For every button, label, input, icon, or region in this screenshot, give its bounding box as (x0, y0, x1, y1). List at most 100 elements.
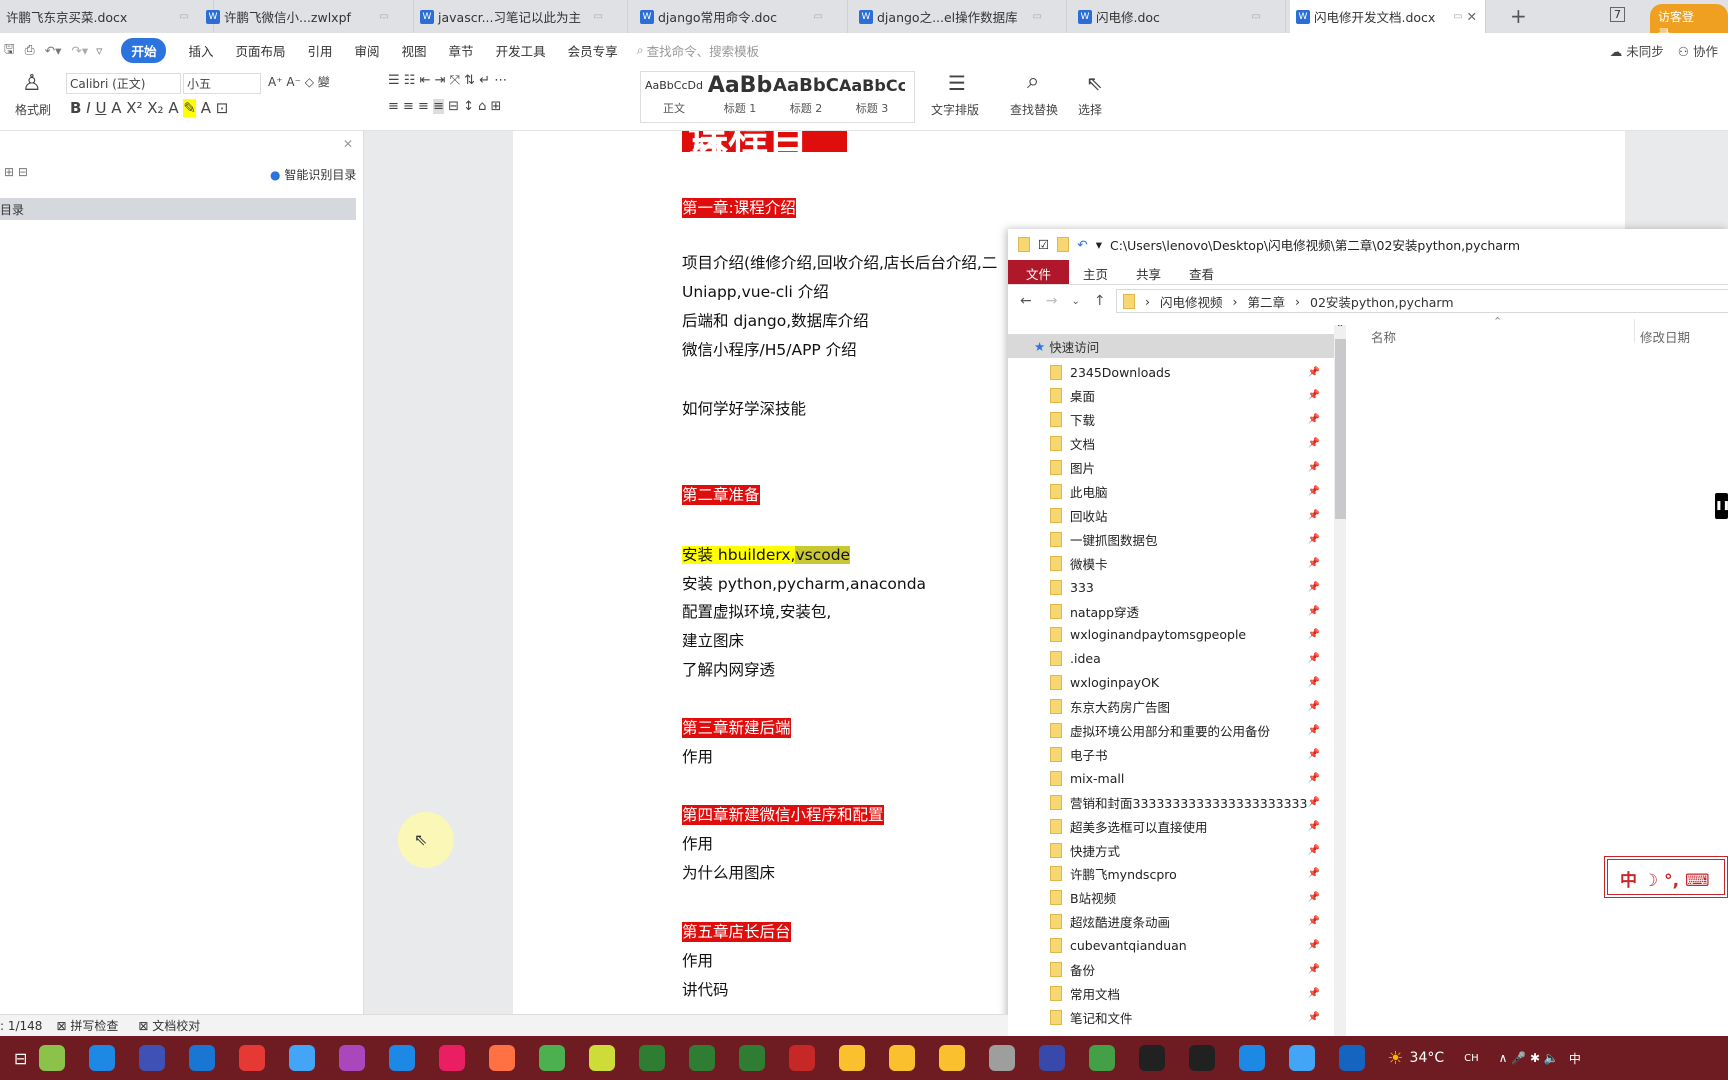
quick-access-item[interactable]: 许鹏飞myndscpro 📌 (1040, 863, 1330, 885)
font-size-select[interactable]: 小五 (183, 73, 261, 94)
pin-icon[interactable]: 📌 (1308, 486, 1320, 497)
breadcrumb-item[interactable]: 闪电修视频 (1160, 292, 1223, 311)
spell-check-button[interactable]: ⊠ 拼写检查 (56, 1017, 118, 1034)
expand-collapse-icons[interactable]: ⊞ ⊟ (4, 165, 28, 179)
new-folder-icon[interactable] (1057, 237, 1070, 252)
style-heading-1[interactable]: AaBb 标题 1 (707, 72, 773, 122)
taskbar-app-icon[interactable] (89, 1045, 116, 1071)
pin-icon[interactable]: 📌 (1308, 821, 1320, 832)
quick-access-item[interactable]: wxloginpayOK 📌 (1040, 672, 1330, 694)
format-icons[interactable]: B I U A X² X₂ A ✎ A ⊡ (70, 99, 228, 117)
align-icons[interactable]: ≡ ≡ ≡ ≡ ⊟ ↕ ⌂ ⊞ (388, 99, 501, 114)
quick-access-item[interactable]: 电子书 📌 (1040, 743, 1330, 765)
ribbon-tab-view[interactable]: 查看 (1175, 260, 1228, 284)
taskbar-app-icon[interactable] (1039, 1045, 1066, 1071)
pin-icon[interactable]: 📌 (1308, 725, 1320, 736)
taskbar-app-icon[interactable] (989, 1045, 1016, 1071)
pin-icon[interactable]: 📌 (1308, 390, 1320, 401)
menu-references[interactable]: 引用 (308, 41, 333, 60)
forward-button[interactable]: → (1046, 293, 1058, 309)
pin-icon[interactable]: ▭ (180, 11, 189, 22)
tab-doc-3[interactable]: Wjavascr...习笔记以此为主 ▭ (414, 0, 628, 33)
menu-home[interactable]: 开始 (121, 37, 167, 63)
font-grow-icons[interactable]: A⁺ A⁻ ◇ 變 (268, 73, 330, 90)
close-tab-icon[interactable]: ✕ (1467, 9, 1477, 24)
font-select[interactable]: Calibri (正文) (66, 73, 181, 94)
ime-indicator[interactable]: 中 (1569, 1050, 1581, 1067)
pin-icon[interactable]: 📌 (1308, 797, 1320, 808)
pin-icon[interactable]: 📌 (1308, 892, 1320, 903)
taskbar-app-icon[interactable] (139, 1045, 166, 1071)
sync-status[interactable]: ☁ 未同步 (1610, 41, 1664, 60)
ribbon-tab-home[interactable]: 主页 (1069, 260, 1122, 284)
menu-insert[interactable]: 插入 (188, 41, 213, 60)
pin-icon[interactable]: ▭ (1252, 11, 1261, 22)
back-button[interactable]: ← (1020, 293, 1032, 309)
taskbar-app-icon[interactable] (1189, 1045, 1216, 1071)
properties-icon[interactable]: ☑ (1038, 237, 1049, 252)
quick-access-item[interactable]: 一键抓图数据包 📌 (1040, 528, 1330, 550)
redo-icon[interactable]: ↷▾ (71, 43, 88, 58)
pin-icon[interactable]: 📌 (1308, 629, 1320, 640)
tab-doc-1[interactable]: 许鹏飞东京买菜.docx ▭ (0, 0, 214, 33)
quick-access-item[interactable]: 超炫酷进度条动画 📌 (1040, 911, 1330, 933)
quick-access-item[interactable]: wxloginandpaytomsgpeople 📌 (1040, 624, 1330, 646)
smart-toc-button[interactable]: ● 智能识别目录 (270, 166, 356, 183)
quick-access-item[interactable]: B站视频 📌 (1040, 887, 1330, 909)
tab-doc-6[interactable]: W 闪电修.doc ▭ (1072, 0, 1286, 33)
collab-button[interactable]: ⚇ 协作 (1678, 41, 1718, 60)
quick-access-item[interactable]: 回收站 📌 (1040, 504, 1330, 526)
quick-access-item[interactable]: cubevantqianduan 📌 (1040, 935, 1330, 957)
pin-icon[interactable]: ▭ (1453, 11, 1462, 22)
tab-doc-2[interactable]: W 许鹏飞微信小...zwlxpf ▭ (200, 0, 414, 33)
quick-access[interactable]: ★ 快速访问 (1008, 334, 1334, 358)
pin-icon[interactable]: 📌 (1308, 606, 1320, 617)
save-icon[interactable]: 🖫 (4, 40, 15, 61)
tree-scrollbar[interactable]: ⌃ (1334, 325, 1346, 1036)
pin-icon[interactable]: 📌 (1308, 773, 1320, 784)
command-search-input[interactable]: 查找命令、搜索模板 (647, 41, 760, 60)
taskbar-app-icon[interactable] (389, 1045, 416, 1071)
taskbar-app-icon[interactable] (189, 1045, 216, 1071)
pin-icon[interactable]: 📌 (1308, 558, 1320, 569)
lang-indicator[interactable]: CH (1464, 1053, 1479, 1064)
quick-access-item[interactable]: 常用文档 📌 (1040, 982, 1330, 1004)
pin-icon[interactable]: 📌 (1308, 868, 1320, 879)
breadcrumb-item[interactable]: 02安装python,pycharm (1310, 292, 1454, 311)
style-heading-2[interactable]: AaBbC 标题 2 (773, 72, 839, 122)
pin-icon[interactable]: 📌 (1308, 414, 1320, 425)
menu-chapter[interactable]: 章节 (449, 41, 474, 60)
pin-icon[interactable]: 📌 (1308, 462, 1320, 473)
pin-icon[interactable]: 📌 (1308, 988, 1320, 999)
scrollbar-thumb[interactable] (1335, 339, 1346, 519)
pin-icon[interactable]: ▭ (594, 11, 603, 22)
menu-member[interactable]: 会员专享 (568, 41, 618, 60)
tab-doc-7[interactable]: W 闪电修开发文档.docx ▭ ✕ (1290, 0, 1486, 33)
taskbar-app-icon[interactable] (739, 1045, 766, 1071)
recent-dropdown[interactable]: ⌄ (1071, 293, 1079, 309)
ribbon-tab-share[interactable]: 共享 (1122, 260, 1175, 284)
quick-access-item[interactable]: 虚拟环境公用部分和重要的公用备份 📌 (1040, 720, 1330, 742)
pin-icon[interactable]: 📌 (1308, 964, 1320, 975)
taskbar-app-icon[interactable] (539, 1045, 566, 1071)
taskbar-app-icon[interactable] (439, 1045, 466, 1071)
pause-overlay-button[interactable]: ❚❚ (1715, 493, 1728, 519)
pin-icon[interactable]: 📌 (1308, 438, 1320, 449)
scroll-up-icon[interactable]: ⌃ (1336, 325, 1344, 334)
ime-status-widget[interactable]: 中 ☽ °, ⌨ (1604, 856, 1728, 898)
tab-doc-4[interactable]: Wdjango常用命令.doc ▭ (634, 0, 848, 33)
toc-item[interactable]: 目录 (0, 198, 356, 220)
proofread-button[interactable]: ⊠ 文档校对 (138, 1017, 200, 1034)
column-header-name[interactable]: 名称 (1371, 327, 1396, 346)
quick-access-item[interactable]: mix-mall 📌 (1040, 767, 1330, 789)
text-layout-button[interactable]: 文字排版 (931, 101, 979, 118)
pin-icon[interactable]: 📌 (1308, 653, 1320, 664)
pin-icon[interactable]: ▭ (814, 11, 823, 22)
tab-count[interactable]: 7 (1610, 7, 1625, 22)
address-bar[interactable]: › 闪电修视频 › 第二章 › 02安装python,pycharm (1116, 289, 1728, 313)
paragraph-icons-top[interactable]: ☰ ☷ ⇤ ⇥ ⤧ ⇅ ↵ ⋯ (388, 73, 507, 88)
taskbar-app-icon[interactable] (1339, 1045, 1366, 1071)
quick-access-item[interactable]: natapp穿透 📌 (1040, 600, 1330, 622)
task-view-icon[interactable]: ⊟ (14, 1049, 27, 1068)
taskbar-app-icon[interactable] (939, 1045, 966, 1071)
